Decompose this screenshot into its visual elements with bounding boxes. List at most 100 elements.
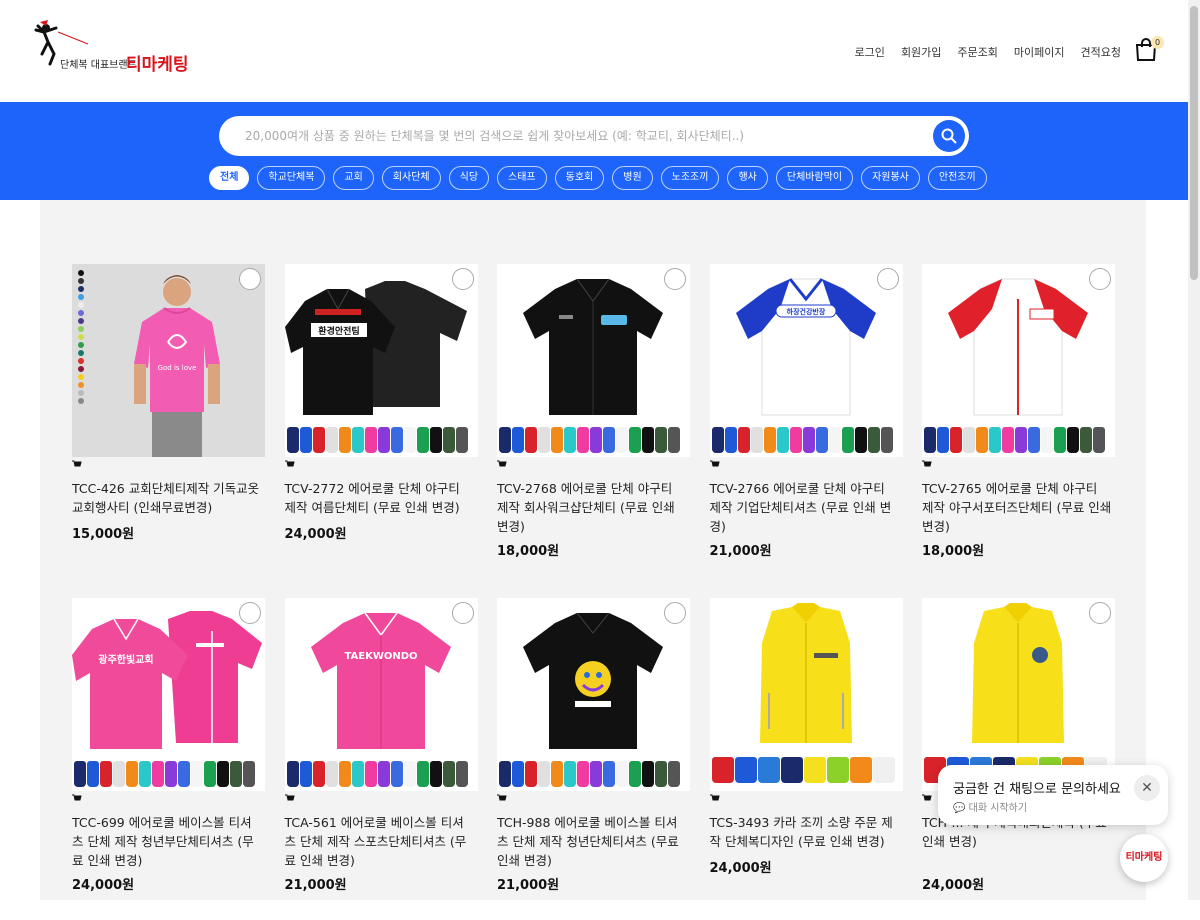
jersey-print-text: TAEKWONDO (344, 651, 417, 662)
product-image[interactable] (922, 264, 1115, 457)
product-card[interactable]: TCH-988 에어로쿨 베이스볼 티셔츠 단체 제작 청년단체티셔츠 (무료 … (497, 598, 690, 920)
product-card[interactable]: TAEKWONDO TCA-561 에어로쿨 베이스볼 티셔츠 단체 제작 스포… (284, 598, 478, 920)
category-chip[interactable]: 학교단체복 (257, 166, 326, 190)
signup-link[interactable]: 회원가입 (901, 44, 941, 60)
login-link[interactable]: 로그인 (855, 44, 885, 60)
color-dots (78, 270, 84, 404)
scrollbar-thumb[interactable] (1190, 6, 1198, 280)
category-chip-all[interactable]: 전체 (209, 166, 250, 190)
product-price: 24,000원 (709, 861, 772, 876)
quality-badge-icon (239, 602, 261, 624)
category-chip[interactable]: 스태프 (497, 166, 547, 190)
mypage-link[interactable]: 마이페이지 (1014, 44, 1065, 60)
quality-badge-icon (1089, 268, 1111, 290)
product-price: 21,000원 (709, 544, 772, 559)
product-title[interactable]: TCV-2772 에어로쿨 단체 야구티 제작 여름단체티 (무료 인쇄 변경) (285, 479, 475, 517)
black-baseball-jersey-icon (523, 278, 663, 415)
product-card[interactable]: 광주한빛교회 TCC-699 에어로쿨 베이스볼 티셔츠 단체 제작 청년부단체… (72, 598, 265, 920)
jersey-print-text: 하장건강반장 (786, 307, 825, 316)
search-bar (219, 116, 969, 156)
cart-icon[interactable] (922, 794, 932, 803)
order-lookup-link[interactable]: 주문조회 (957, 44, 997, 60)
color-swatches (286, 427, 468, 453)
product-price: 18,000원 (497, 544, 560, 559)
category-chip[interactable]: 노조조끼 (660, 166, 720, 190)
yellow-vest-icon (759, 603, 852, 743)
product-image[interactable] (497, 264, 690, 457)
product-price: 24,000원 (72, 878, 135, 893)
cart-icon[interactable] (497, 460, 507, 469)
color-swatches (711, 757, 895, 783)
product-card[interactable]: TCV-2765 에어로쿨 단체 야구티 제작 야구서포터즈단체티 (무료 인쇄… (922, 264, 1115, 586)
product-card[interactable]: God is love TCC-426 교회단체티제작 기독교옷 교회행사티 (… (72, 264, 265, 586)
product-title[interactable]: TCH-988 에어로쿨 베이스볼 티셔츠 단체 제작 청년단체티셔츠 (무료 … (497, 813, 687, 870)
category-chip[interactable]: 회사단체 (381, 166, 441, 190)
category-chip[interactable]: 동호회 (554, 166, 605, 190)
search-button[interactable] (933, 120, 965, 152)
cart-icon[interactable] (72, 460, 82, 469)
quality-badge-icon (664, 268, 686, 290)
quality-badge-icon (451, 268, 474, 290)
product-image[interactable] (497, 598, 690, 791)
quote-request-link[interactable]: 견적요청 (1081, 44, 1121, 60)
category-chip[interactable]: 자원봉사 (861, 166, 920, 190)
product-title[interactable]: TCC-426 교회단체티제작 기독교옷 교회행사티 (인쇄무료변경) (72, 479, 262, 517)
product-image[interactable]: God is love (72, 264, 265, 457)
color-swatches (711, 427, 893, 453)
category-chip[interactable]: 교회 (333, 166, 374, 190)
product-image[interactable]: 환경안전팀 (284, 264, 478, 457)
product-image[interactable]: 광주한빛교회 (72, 598, 265, 791)
chat-start-link[interactable]: 💬 대화 시작하기 (953, 799, 1027, 814)
site-header: 단체복 대표브랜드 티마케팅 로그인 회원가입 주문조회 마이페이지 견적요청 … (0, 0, 1188, 102)
brand-logo[interactable]: 단체복 대표브랜드 티마케팅 (30, 20, 210, 76)
product-card[interactable]: TCH-... 제작 체육대회단체복 (무료 인쇄 변경) 24,000원 (922, 598, 1115, 920)
cart-icon[interactable] (284, 460, 295, 469)
chat-close-button[interactable]: ✕ (1134, 775, 1160, 801)
black-baseball-jersey-icon (523, 612, 663, 749)
cart-icon[interactable] (497, 794, 507, 803)
product-price: 24,000원 (284, 527, 347, 542)
jersey-print-text: 환경안전팀 (318, 325, 359, 337)
product-card[interactable]: 환경안전팀 TCV-2772 에어로쿨 단체 야구티 제작 여름단체티 (무료 … (284, 264, 478, 586)
category-chip[interactable]: 병원 (612, 166, 653, 190)
pink-baseball-jersey-icon: 광주한빛교회 (72, 611, 262, 749)
cart-icon[interactable] (709, 460, 720, 469)
red-white-baseball-jersey-icon (948, 278, 1088, 416)
product-title[interactable]: TCV-2766 에어로쿨 단체 야구티 제작 기업단체티셔츠 (무료 인쇄 변… (710, 479, 900, 536)
chat-popup[interactable]: 궁금한 건 채팅으로 문의하세요 💬 대화 시작하기 ✕ (938, 765, 1168, 825)
product-title[interactable]: TCV-2768 에어로쿨 단체 야구티 제작 회사워크샵단체티 (무료 인쇄 … (497, 479, 687, 536)
quality-badge-icon (451, 602, 474, 624)
product-price: 18,000원 (922, 544, 985, 559)
category-chip[interactable]: 행사 (727, 166, 768, 190)
quality-badge-icon (876, 268, 899, 290)
top-navigation: 로그인 회원가입 주문조회 마이페이지 견적요청 (855, 44, 1121, 60)
quality-badge-icon (1089, 602, 1111, 624)
chat-subtitle: 대화 시작하기 (968, 803, 1028, 814)
page-scrollbar[interactable] (1188, 0, 1200, 900)
category-chip[interactable]: 안전조끼 (927, 166, 987, 190)
search-input[interactable] (245, 116, 925, 156)
product-image[interactable] (709, 598, 903, 791)
brand-name: 티마케팅 (126, 55, 189, 75)
cart-icon[interactable] (284, 794, 295, 803)
product-title[interactable]: TCS-3493 카라 조끼 소량 주문 제작 단체복디자인 (무료 인쇄 변경… (710, 813, 900, 851)
cart-icon[interactable] (922, 460, 932, 469)
product-card[interactable]: TCV-2768 에어로쿨 단체 야구티 제작 회사워크샵단체티 (무료 인쇄 … (497, 264, 690, 586)
chat-launcher-button[interactable]: 티마케팅 (1120, 834, 1168, 882)
product-image[interactable]: 하장건강반장 (709, 264, 903, 457)
product-title[interactable]: TCC-699 에어로쿨 베이스볼 티셔츠 단체 제작 청년부단체티셔츠 (무료… (72, 813, 262, 870)
product-image[interactable]: TAEKWONDO (284, 598, 478, 791)
product-title[interactable]: TCA-561 에어로쿨 베이스볼 티셔츠 단체 제작 스포츠단체티셔츠 (무료… (285, 813, 475, 870)
product-card[interactable]: 하장건강반장 TCV-2766 에어로쿨 단체 야구티 제작 기업단체티셔츠 (… (709, 264, 903, 586)
product-title[interactable]: TCV-2765 에어로쿨 단체 야구티 제작 야구서포터즈단체티 (무료 인쇄… (922, 479, 1112, 536)
cart-icon[interactable] (709, 794, 720, 803)
model-pink-tshirt-icon: God is love (134, 275, 220, 457)
cart-icon[interactable] (72, 794, 82, 803)
cart-count-badge: 0 (1151, 36, 1164, 49)
category-chip[interactable]: 식당 (448, 166, 490, 190)
product-image[interactable] (922, 598, 1115, 791)
product-card[interactable]: TCS-3493 카라 조끼 소량 주문 제작 단체복디자인 (무료 인쇄 변경… (709, 598, 903, 920)
svg-text:God is love: God is love (158, 364, 197, 372)
category-chip[interactable]: 단체바람막이 (775, 166, 854, 190)
color-swatches (499, 761, 680, 787)
